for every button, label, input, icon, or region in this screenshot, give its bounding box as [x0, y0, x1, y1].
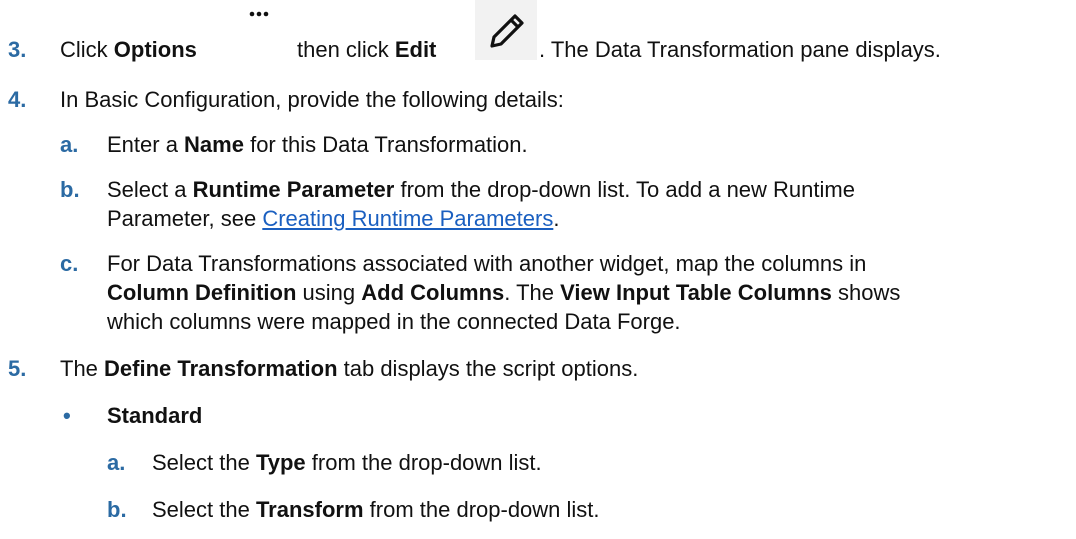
step-number: 4. — [8, 87, 27, 112]
step-4c-line-3: which columns were mapped in the connect… — [107, 309, 681, 334]
pencil-edit-icon — [475, 0, 537, 60]
step-5b-text: Select the Transform from the drop-down … — [152, 497, 600, 522]
step-5-text: The Define Transformation tab displays t… — [60, 356, 639, 381]
substep-number: b. — [107, 497, 127, 522]
step-4c-line-2: Column Definition using Add Columns. The… — [107, 280, 901, 305]
creating-runtime-parameters-link[interactable]: Creating Runtime Parameters — [262, 206, 553, 231]
step-4b-text-2: Parameter, see Creating Runtime Paramete… — [107, 206, 560, 231]
more-horizontal-icon — [244, 4, 274, 24]
step-4-text: In Basic Configuration, provide the foll… — [60, 87, 564, 112]
standard-heading: Standard — [107, 403, 203, 428]
step-4c-line-1: For Data Transformations associated with… — [107, 251, 867, 276]
step-4b-text: Select a Runtime Parameter from the drop… — [107, 177, 855, 202]
options-label: Options — [113, 37, 197, 62]
step-4a-text: Enter a Name for this Data Transformatio… — [107, 132, 528, 157]
bullet: • — [63, 403, 71, 428]
step-3-text-3: . The Data Transformation pane displays. — [539, 37, 941, 62]
substep-number: a. — [60, 132, 79, 157]
step-number: 5. — [8, 356, 27, 381]
edit-label: Edit — [394, 37, 437, 62]
step-3-text: Click Options — [60, 37, 197, 62]
substep-number: c. — [60, 251, 79, 276]
substep-number: b. — [60, 177, 80, 202]
substep-number: a. — [107, 450, 126, 475]
step-5a-text: Select the Type from the drop-down list. — [152, 450, 542, 475]
step-3-text-2: then click Edit — [297, 37, 437, 62]
step-number: 3. — [8, 37, 27, 62]
